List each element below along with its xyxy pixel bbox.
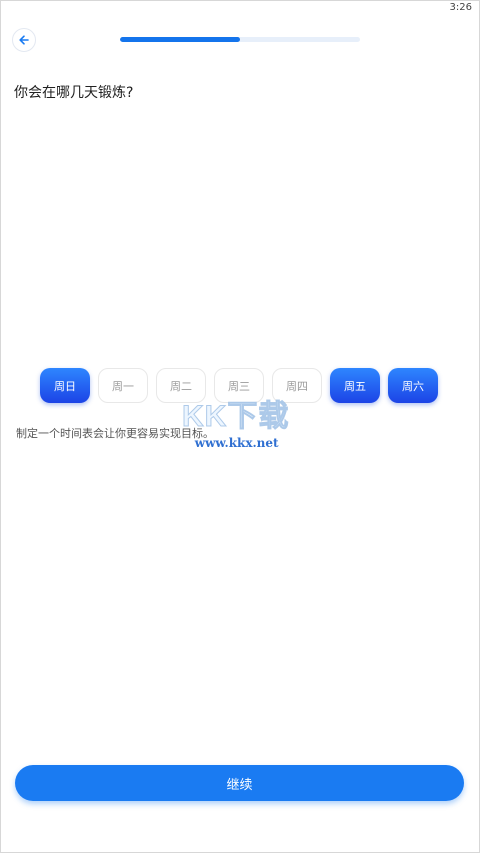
day-chip-friday[interactable]: 周五	[330, 368, 380, 403]
day-chip-thursday[interactable]: 周四	[272, 368, 322, 403]
day-chip-tuesday[interactable]: 周二	[156, 368, 206, 403]
status-bar-time: 3:26	[449, 2, 472, 13]
back-button[interactable]	[12, 28, 36, 52]
progress-bar	[120, 37, 360, 42]
continue-button[interactable]: 继续	[15, 765, 464, 801]
day-chip-monday[interactable]: 周一	[98, 368, 148, 403]
progress-bar-fill	[120, 37, 240, 42]
day-chip-wednesday[interactable]: 周三	[214, 368, 264, 403]
day-selector: 周日 周一 周二 周三 周四 周五 周六	[40, 368, 438, 403]
arrow-left-icon	[18, 31, 30, 50]
question-title: 你会在哪几天锻炼?	[14, 85, 134, 101]
schedule-hint: 制定一个时间表会让你更容易实现目标。	[16, 427, 214, 440]
day-chip-sunday[interactable]: 周日	[40, 368, 90, 403]
day-chip-saturday[interactable]: 周六	[388, 368, 438, 403]
